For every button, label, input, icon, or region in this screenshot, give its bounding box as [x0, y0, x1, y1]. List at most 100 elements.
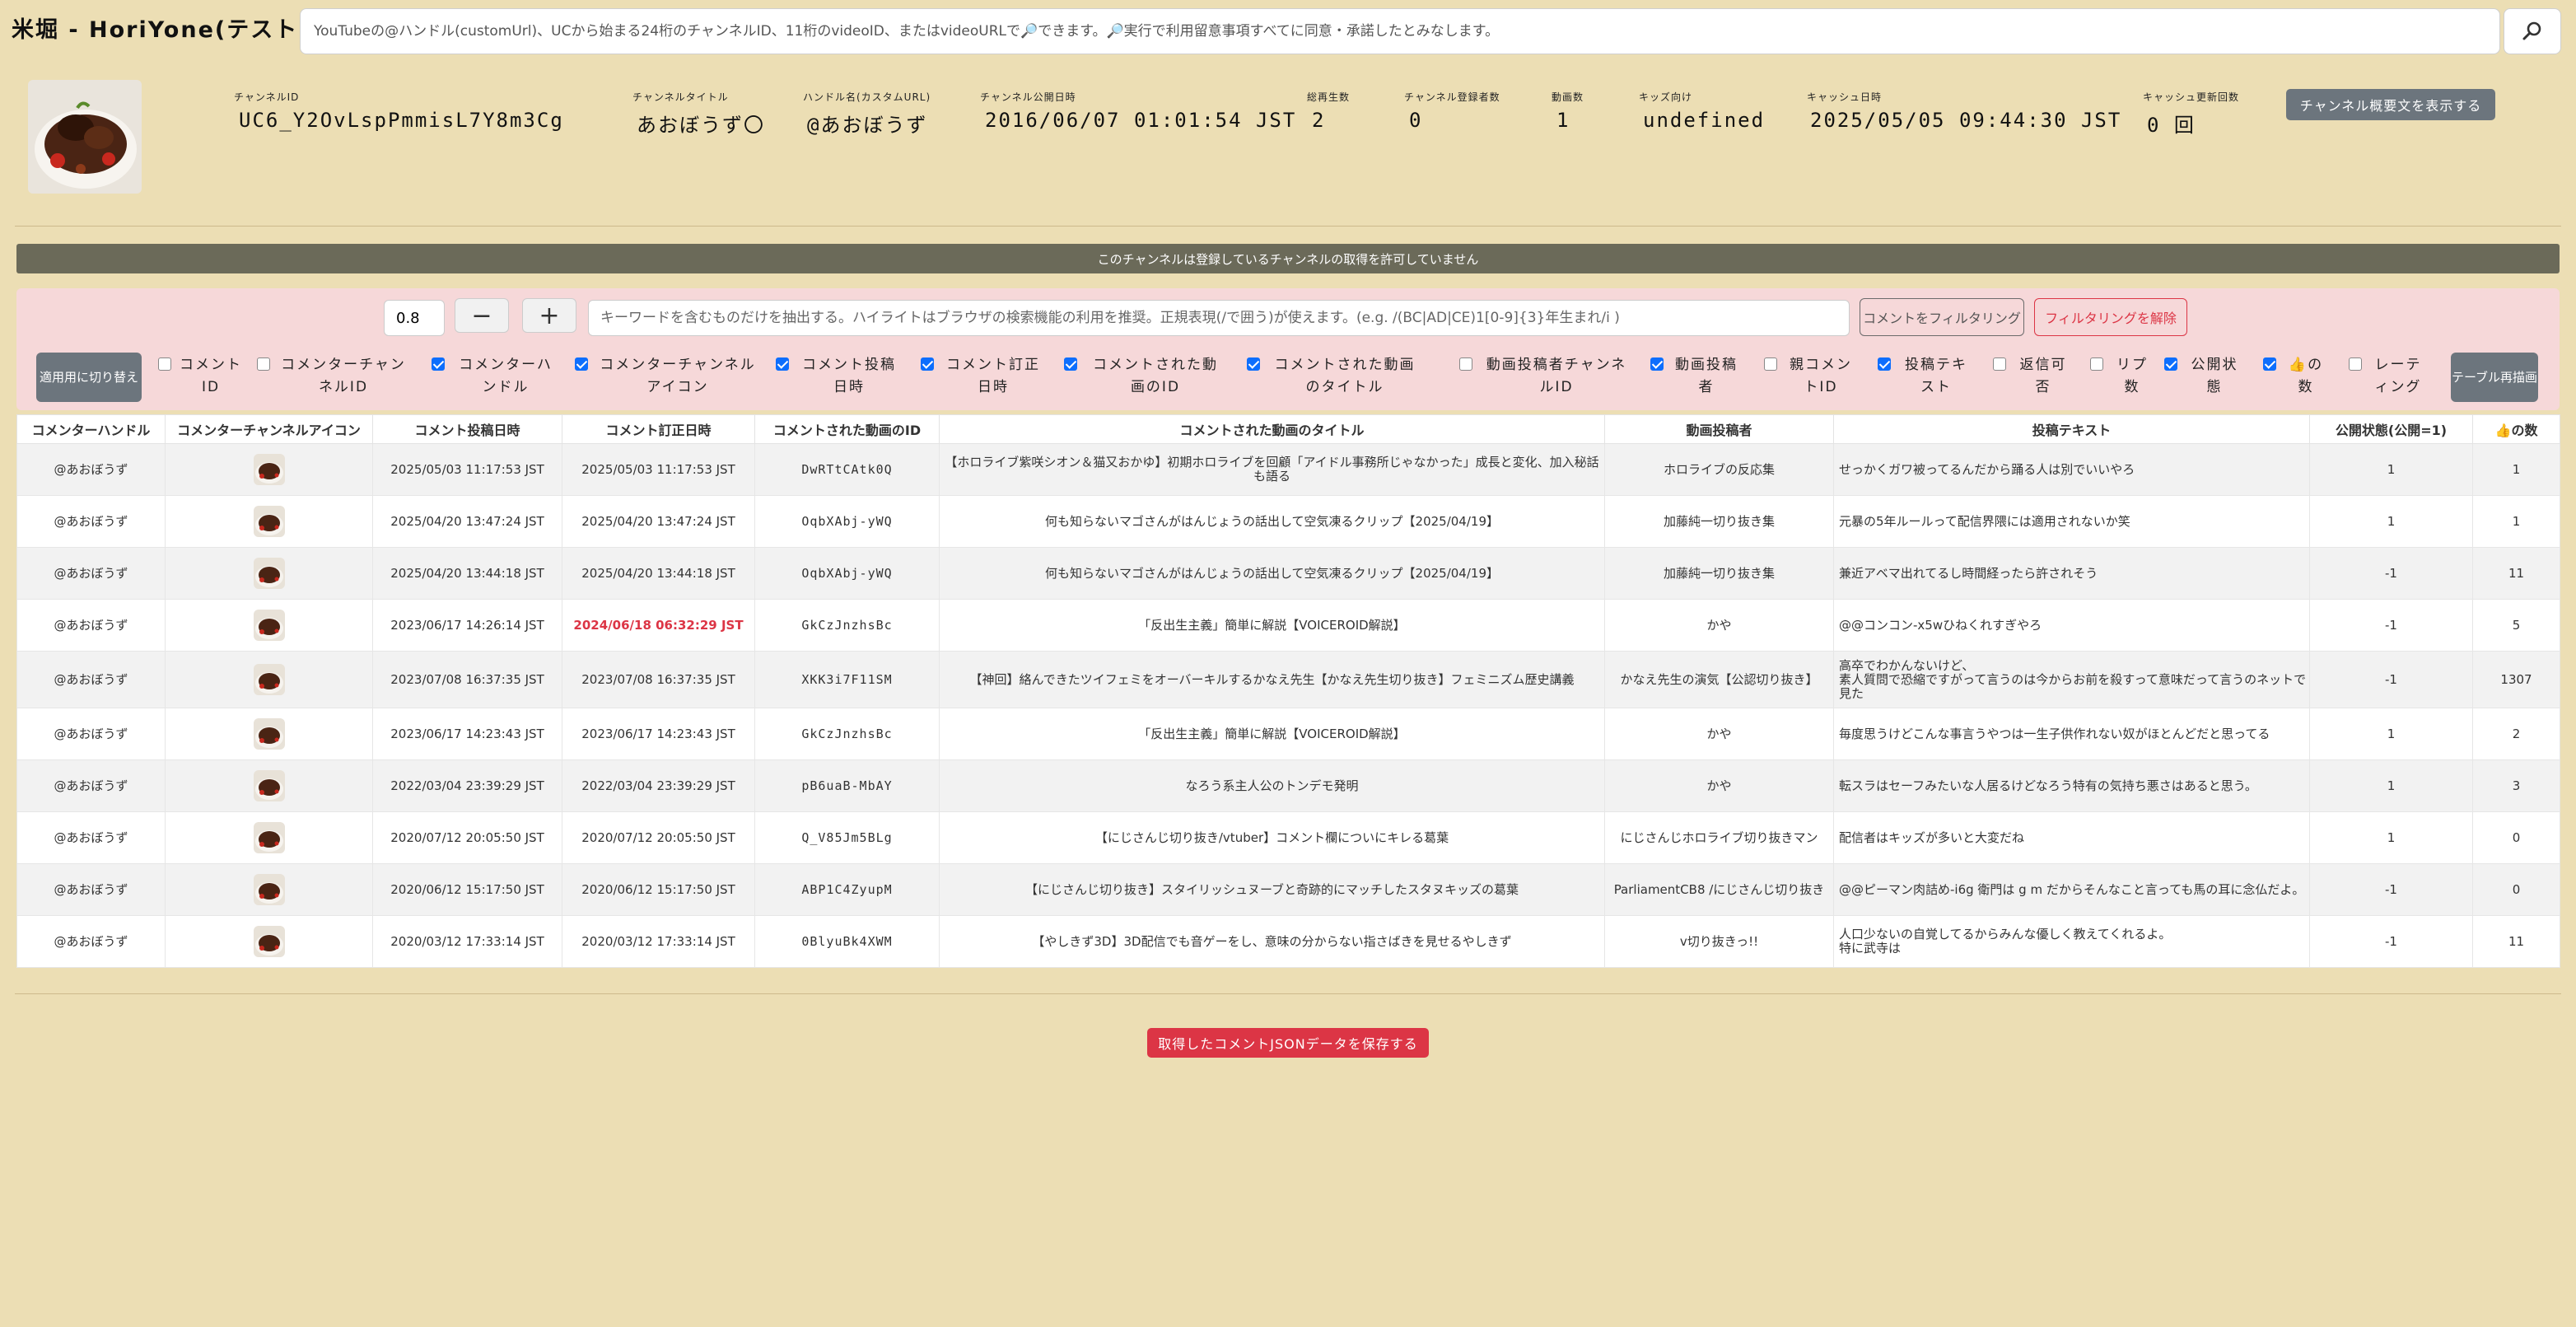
column-toggle-checkbox[interactable]: 動画投稿者: [1650, 354, 1741, 399]
column-toggle-checkbox[interactable]: 投稿テキスト: [1878, 354, 1973, 399]
column-toggle-checkbox[interactable]: 返信可否: [1993, 354, 2072, 399]
cell-uploader: ParliamentCB8 /にじさんじ切り抜き: [1604, 863, 1834, 916]
table-row: @あおぼうず 2023/07/08 16:37:35 JST 2023/07/08 …: [16, 651, 2560, 708]
checkbox-unchecked-icon[interactable]: [1993, 357, 2006, 371]
column-toggle-label: コメンターチャンネルアイコン: [600, 357, 756, 395]
checkbox-unchecked-icon[interactable]: [2349, 357, 2362, 371]
cell-public: 1: [2309, 811, 2473, 864]
column-toggle-checkbox[interactable]: コメンターハンドル: [432, 354, 558, 399]
column-toggle-checkbox[interactable]: コメント訂正日時: [921, 354, 1044, 399]
commenter-avatar-icon: [253, 506, 285, 537]
cell-icon: [165, 708, 373, 760]
save-json-button[interactable]: 取得したコメントJSONデータを保存する: [1147, 1028, 1429, 1058]
column-toggle-checkbox[interactable]: 動画投稿者チャンネルID: [1459, 354, 1632, 399]
column-toggle-checkbox[interactable]: コメントされた動画のタイトル: [1247, 354, 1421, 399]
kids-value: undefined: [1643, 109, 1766, 132]
checkbox-unchecked-icon[interactable]: [257, 357, 270, 371]
commenter-avatar-icon: [253, 874, 285, 905]
kids-label: キッズ向け: [1639, 91, 1693, 103]
column-toggle-label: コメントされた動画のID: [1093, 357, 1218, 395]
checkbox-checked-icon[interactable]: [2263, 357, 2276, 371]
commenter-avatar-icon: [253, 558, 285, 589]
table-row: @あおぼうず 2025/04/20 13:47:24 JST 2025/04/20 …: [16, 495, 2560, 548]
cell-handle: @あおぼうず: [16, 915, 166, 968]
checkbox-checked-icon[interactable]: [432, 357, 445, 371]
cell-public: -1: [2309, 651, 2473, 708]
redraw-table-button[interactable]: テーブル再描画: [2451, 353, 2538, 402]
col-header-video-id[interactable]: コメントされた動画のID: [754, 414, 940, 444]
filter-comments-button[interactable]: コメントをフィルタリング: [1860, 298, 2024, 336]
cell-icon: [165, 599, 373, 652]
cell-posted: 2023/06/17 14:26:14 JST: [372, 599, 562, 652]
cell-video-id: GkCzJnzhsBc: [754, 708, 940, 760]
cell-uploader: 加藤純一切り抜き集: [1604, 495, 1834, 548]
videos-value: 1: [1556, 109, 1570, 132]
cell-uploader: にじさんじホロライブ切り抜きマン: [1604, 811, 1834, 864]
column-toggle-checkbox[interactable]: 親コメントID: [1764, 354, 1856, 399]
col-header-handle[interactable]: コメンターハンドル: [16, 414, 166, 444]
checkbox-checked-icon[interactable]: [1878, 357, 1891, 371]
column-toggle-label: コメントされた動画のタイトル: [1274, 357, 1416, 395]
zoom-out-button[interactable]: −: [455, 298, 509, 333]
show-overview-button[interactable]: チャンネル概要文を表示する: [2286, 89, 2495, 120]
col-header-public[interactable]: 公開状態(公開=1): [2309, 414, 2473, 444]
cell-likes: 1: [2472, 443, 2560, 496]
column-toggle-checkbox[interactable]: リプ数: [2090, 354, 2153, 399]
column-toggle-checkbox[interactable]: コメント投稿日時: [776, 354, 901, 399]
checkbox-unchecked-icon[interactable]: [158, 357, 171, 371]
search-button[interactable]: [2504, 8, 2561, 54]
col-header-text[interactable]: 投稿テキスト: [1833, 414, 2310, 444]
channel-title-label: チャンネルタイトル: [632, 91, 729, 103]
keyword-filter-input[interactable]: [588, 300, 1850, 336]
cell-uploader: v切り抜きっ!!: [1604, 915, 1834, 968]
cell-edited: 2020/06/12 15:17:50 JST: [562, 863, 755, 916]
search-input[interactable]: [300, 8, 2500, 54]
clear-filter-button[interactable]: フィルタリングを解除: [2034, 298, 2187, 336]
col-header-uploader[interactable]: 動画投稿者: [1604, 414, 1834, 444]
commenter-avatar-icon: [253, 926, 285, 957]
cell-text: 元暴の5年ルールって配信界隈には適用されないか笑: [1833, 495, 2310, 548]
cell-public: 1: [2309, 495, 2473, 548]
mobile-toggle-button[interactable]: 適用用に切り替え: [36, 353, 142, 402]
checkbox-checked-icon[interactable]: [921, 357, 934, 371]
cell-edited: 2025/04/20 13:47:24 JST: [562, 495, 755, 548]
col-header-icon[interactable]: コメンターチャンネルアイコン: [165, 414, 373, 444]
checkbox-unchecked-icon[interactable]: [1459, 357, 1472, 371]
checkbox-checked-icon[interactable]: [575, 357, 588, 371]
cell-text: 兼近アベマ出れてるし時間経ったら許されそう: [1833, 547, 2310, 600]
checkbox-checked-icon[interactable]: [1650, 357, 1664, 371]
cell-video-title: 【にじさんじ切り抜き/vtuber】コメント欄についにキレる葛葉: [939, 811, 1605, 864]
col-header-edited[interactable]: コメント訂正日時: [562, 414, 755, 444]
col-header-video-title[interactable]: コメントされた動画のタイトル: [939, 414, 1605, 444]
zoom-in-button[interactable]: +: [522, 298, 576, 333]
table-row: @あおぼうず 2023/06/17 14:23:43 JST 2023/06/17 …: [16, 708, 2560, 760]
checkbox-checked-icon[interactable]: [1247, 357, 1260, 371]
col-header-posted[interactable]: コメント投稿日時: [372, 414, 562, 444]
column-toggle-checkbox[interactable]: コメンターチャンネルID: [257, 354, 408, 399]
cell-icon: [165, 651, 373, 708]
checkbox-unchecked-icon[interactable]: [1764, 357, 1777, 371]
checkbox-checked-icon[interactable]: [1064, 357, 1077, 371]
cell-uploader: かや: [1604, 759, 1834, 812]
cell-posted: 2025/04/20 13:47:24 JST: [372, 495, 562, 548]
checkbox-checked-icon[interactable]: [2164, 357, 2177, 371]
column-toggle-checkbox[interactable]: レーティング: [2349, 354, 2426, 399]
zoom-input[interactable]: [384, 300, 445, 336]
cell-handle: @あおぼうず: [16, 863, 166, 916]
cell-likes: 3: [2472, 759, 2560, 812]
column-toggle-checkbox[interactable]: 公開状態: [2164, 354, 2243, 399]
cell-uploader: ホロライブの反応集: [1604, 443, 1834, 496]
column-toggle-checkbox[interactable]: コメントID: [158, 354, 242, 399]
column-toggle-checkbox[interactable]: 👍の数: [2263, 354, 2327, 399]
col-header-likes[interactable]: 👍の数: [2472, 414, 2560, 444]
cell-edited: 2025/05/03 11:17:53 JST: [562, 443, 755, 496]
cell-icon: [165, 443, 373, 496]
cell-posted: 2023/07/08 16:37:35 JST: [372, 651, 562, 708]
column-toggle-checkbox[interactable]: コメントされた動画のID: [1064, 354, 1225, 399]
channel-id-label: チャンネルID: [234, 91, 300, 103]
column-toggle-checkbox[interactable]: コメンターチャンネルアイコン: [575, 354, 759, 399]
column-toggle-label: コメンターチャンネルID: [281, 357, 406, 395]
commenter-avatar-icon: [253, 664, 285, 695]
checkbox-checked-icon[interactable]: [776, 357, 789, 371]
checkbox-unchecked-icon[interactable]: [2090, 357, 2103, 371]
